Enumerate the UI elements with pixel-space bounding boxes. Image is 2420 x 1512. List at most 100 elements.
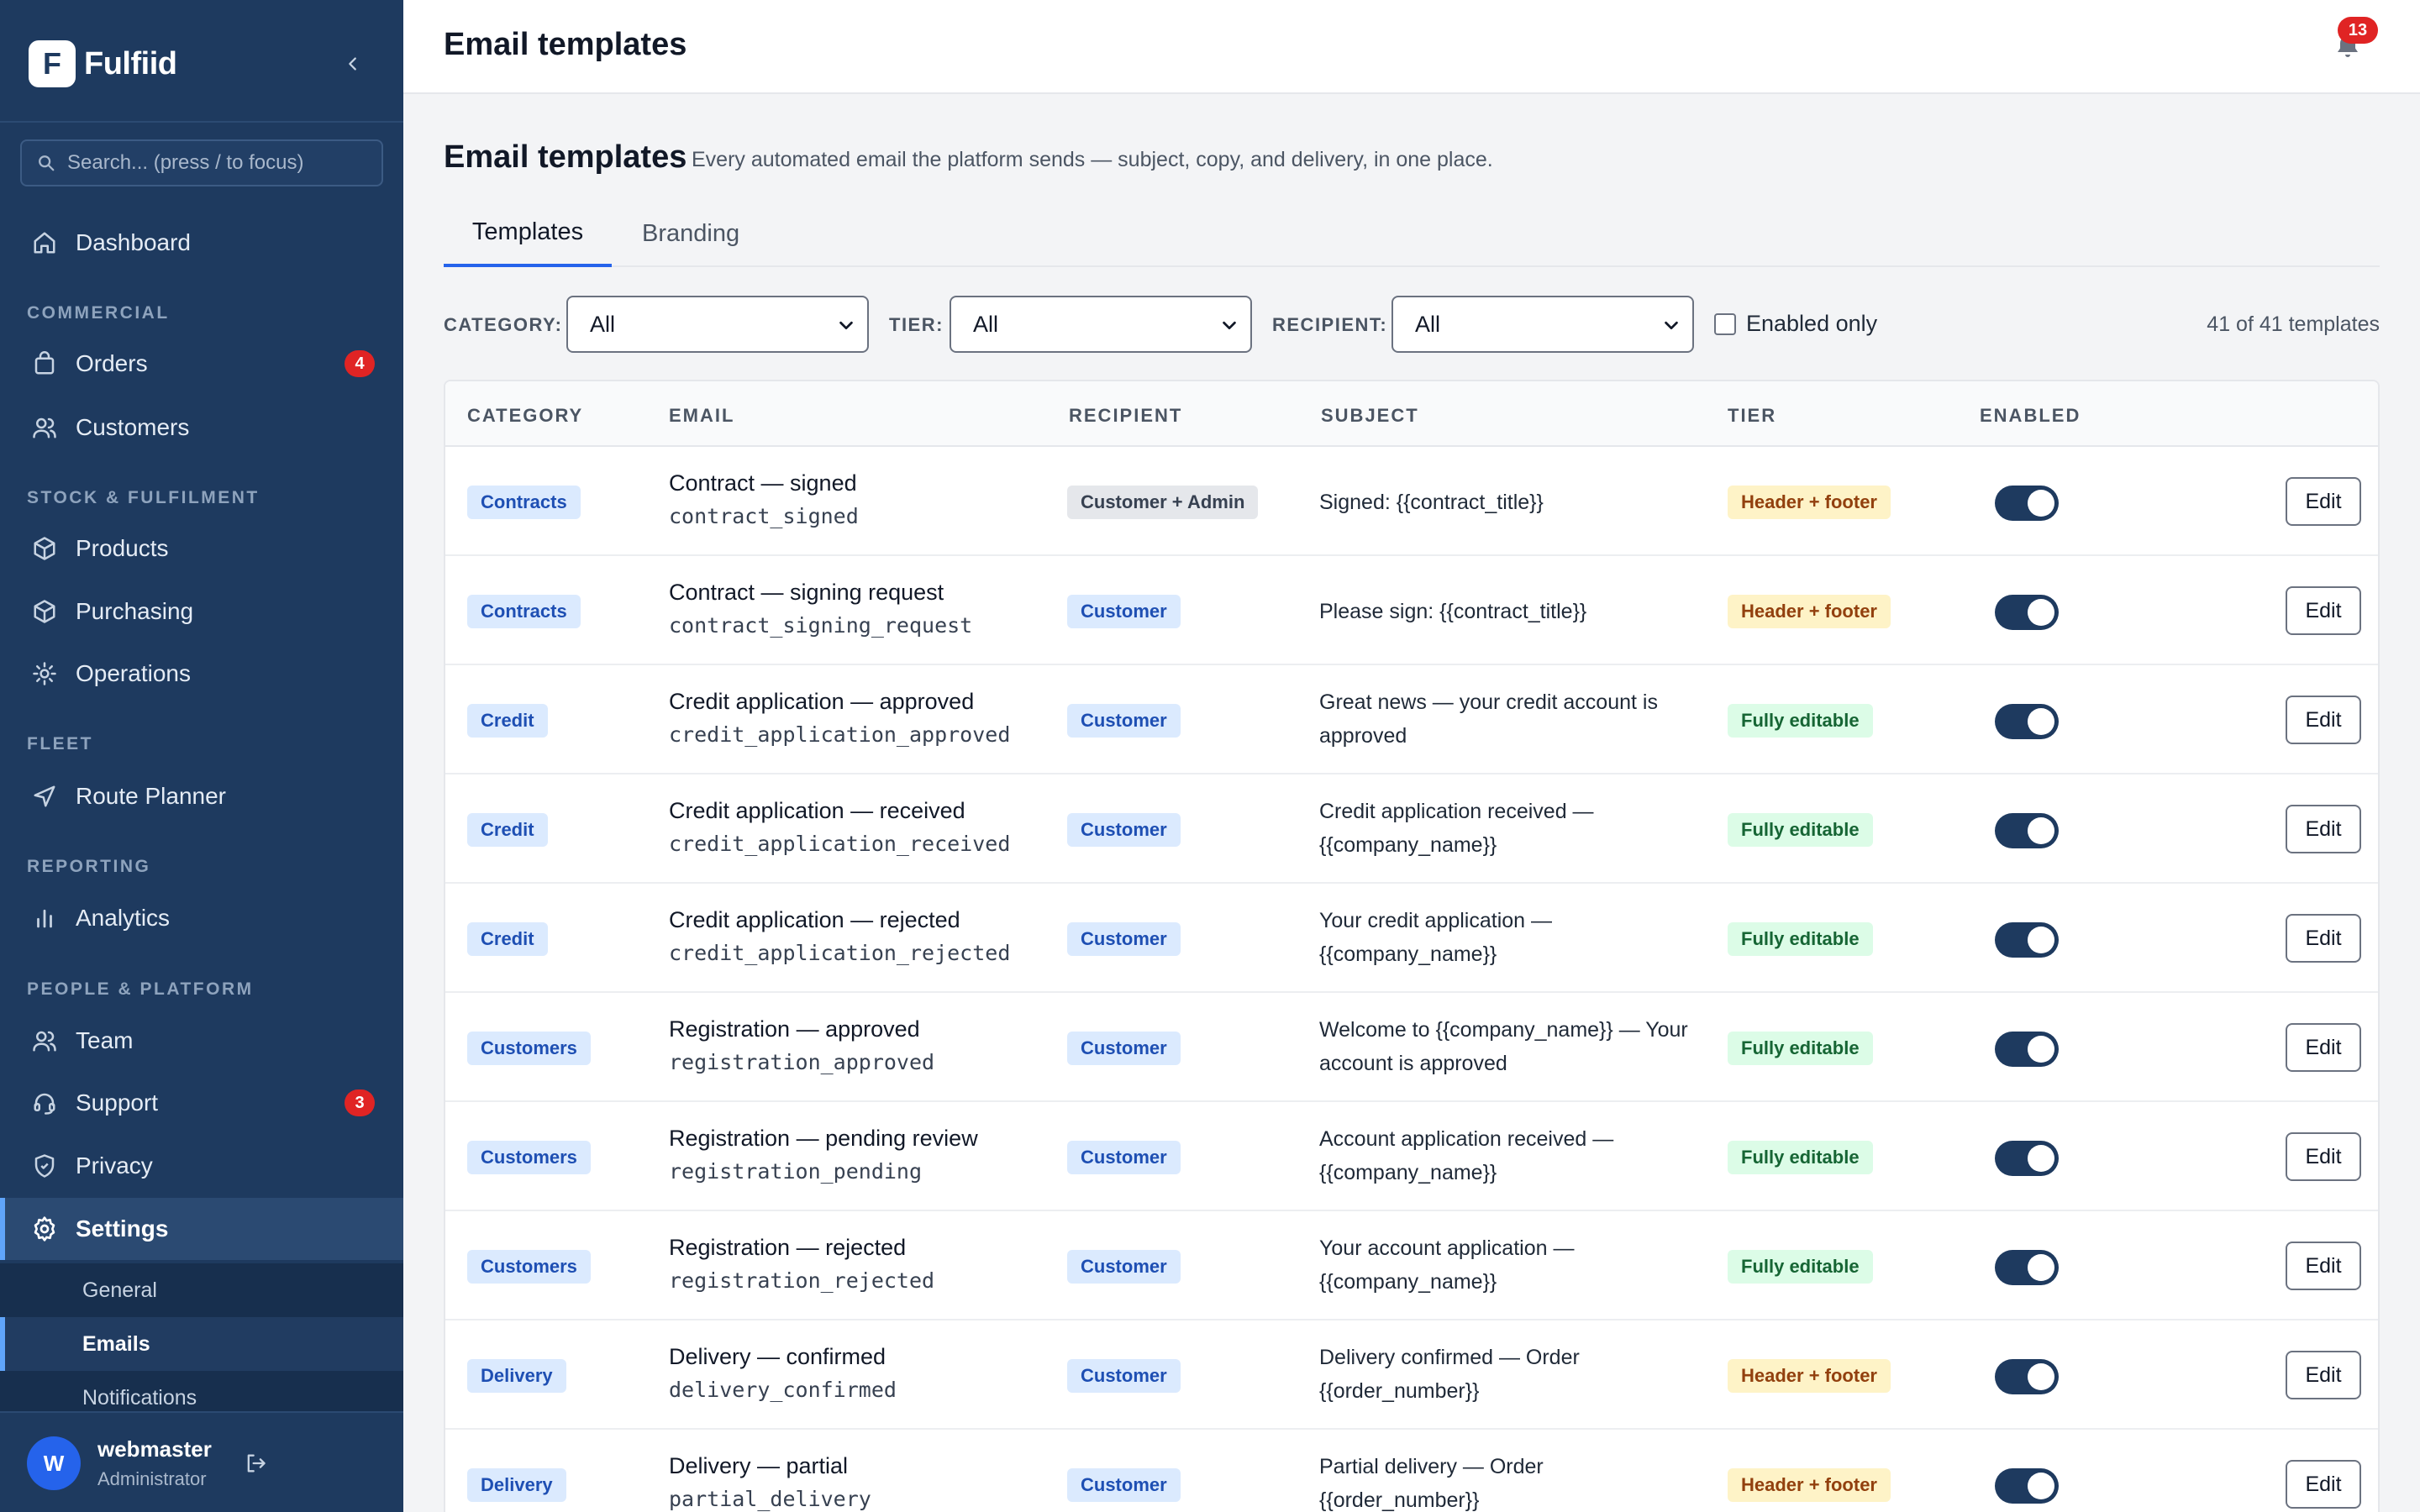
enabled-toggle[interactable]	[1995, 1032, 2059, 1067]
sidebar-item-dashboard[interactable]: Dashboard	[0, 212, 403, 274]
enabled-toggle[interactable]	[1995, 1468, 2059, 1504]
tier-badge: Fully editable	[1728, 1250, 1873, 1284]
tier-badge: Fully editable	[1728, 813, 1873, 847]
collapse-sidebar-button[interactable]	[336, 47, 370, 81]
nav-section-commercial: COMMERCIAL	[27, 303, 170, 323]
enabled-only-label[interactable]: Enabled only	[1746, 311, 1877, 337]
tab-templates[interactable]: Templates	[444, 200, 612, 267]
brand[interactable]: F Fulfiid	[29, 40, 177, 87]
headset-icon	[30, 1089, 59, 1117]
category-badge: Customers	[467, 1250, 591, 1284]
toggle-knob	[2028, 708, 2054, 735]
tier-badge: Header + footer	[1728, 486, 1891, 519]
email-subject: Signed: {{contract_title}}	[1319, 491, 1544, 514]
email-title: Registration — rejected	[669, 1235, 907, 1260]
tier-filter-label: TIER:	[889, 314, 944, 335]
toggle-knob	[2028, 817, 2054, 844]
sidebar-item-purchasing[interactable]: Purchasing	[0, 580, 403, 643]
edit-button[interactable]: Edit	[2286, 914, 2361, 963]
tier-badge: Header + footer	[1728, 595, 1891, 628]
table-row: Credit Credit application — rejected credi…	[445, 884, 2378, 993]
toggle-knob	[2028, 1473, 2054, 1499]
recipient-badge: Customer	[1067, 813, 1181, 847]
sun-gear-icon	[30, 659, 59, 688]
column-header-recipient: RECIPIENT	[1069, 405, 1183, 426]
email-key: credit_application_rejected	[669, 941, 1011, 965]
enabled-toggle[interactable]	[1995, 1359, 2059, 1394]
recipient-filter-label: RECIPIENT:	[1272, 314, 1388, 335]
enabled-toggle[interactable]	[1995, 486, 2059, 521]
edit-button[interactable]: Edit	[2286, 477, 2361, 526]
logout-button[interactable]	[239, 1446, 272, 1480]
template-count: 41 of 41 templates	[2207, 312, 2380, 336]
sidebar-item-privacy[interactable]: Privacy	[0, 1135, 403, 1197]
nav-section-people: PEOPLE & PLATFORM	[27, 979, 254, 999]
edit-button[interactable]: Edit	[2286, 1132, 2361, 1181]
user-role: Administrator	[97, 1468, 207, 1489]
table-row: Credit Credit application — approved credi…	[445, 665, 2378, 774]
toggle-knob	[2028, 927, 2054, 953]
toggle-knob	[2028, 1363, 2054, 1390]
sidebar: F Fulfiid Search... (press / to focus) D…	[0, 0, 403, 1512]
sidebar-item-label: Privacy	[76, 1152, 153, 1179]
brand-name: Fulfiid	[84, 45, 177, 81]
edit-button[interactable]: Edit	[2286, 1242, 2361, 1290]
sidebar-item-label: Products	[76, 535, 169, 561]
email-key: contract_signed	[669, 504, 859, 528]
toggle-knob	[2028, 1145, 2054, 1172]
subnav-item-emails[interactable]: Emails	[0, 1317, 403, 1371]
subnav-item-general[interactable]: General	[0, 1263, 403, 1317]
tier-select-value: All	[973, 311, 999, 337]
enabled-toggle[interactable]	[1995, 922, 2059, 958]
email-key: registration_approved	[669, 1050, 935, 1074]
recipient-select[interactable]: All	[1392, 296, 1694, 353]
enabled-toggle[interactable]	[1995, 1250, 2059, 1285]
edit-button[interactable]: Edit	[2286, 1023, 2361, 1072]
sidebar-item-analytics[interactable]: Analytics	[0, 887, 403, 949]
email-title: Delivery — confirmed	[669, 1344, 886, 1369]
sidebar-item-team[interactable]: Team	[0, 1010, 403, 1072]
recipient-badge: Customer + Admin	[1067, 486, 1259, 519]
sidebar-item-operations[interactable]: Operations	[0, 643, 403, 705]
edit-button[interactable]: Edit	[2286, 586, 2361, 635]
sidebar-item-products[interactable]: Products	[0, 517, 403, 580]
enabled-toggle[interactable]	[1995, 1141, 2059, 1176]
edit-button[interactable]: Edit	[2286, 805, 2361, 853]
bar-chart-icon	[30, 904, 59, 932]
sidebar-item-customers[interactable]: Customers	[0, 396, 403, 459]
sidebar-item-label: Analytics	[76, 905, 171, 931]
edit-button[interactable]: Edit	[2286, 1351, 2361, 1399]
table-row: Delivery Delivery — partial partial_delive…	[445, 1430, 2378, 1512]
enabled-toggle[interactable]	[1995, 813, 2059, 848]
tier-badge: Header + footer	[1728, 1359, 1891, 1393]
category-select[interactable]: All	[566, 296, 869, 353]
sidebar-item-settings[interactable]: Settings	[0, 1198, 403, 1260]
email-subject: Your credit application — {{company_name…	[1319, 909, 1553, 966]
sidebar-item-support[interactable]: Support 3	[0, 1072, 403, 1134]
recipient-select-value: All	[1415, 311, 1441, 337]
tab-branding[interactable]: Branding	[642, 200, 739, 267]
email-subject: Partial delivery — Order {{order_number}…	[1319, 1455, 1544, 1512]
edit-button[interactable]: Edit	[2286, 1460, 2361, 1509]
email-templates-table: CATEGORY EMAIL RECIPIENT SUBJECT TIER EN…	[444, 380, 2380, 1512]
sidebar-item-label: Customers	[76, 414, 190, 440]
table-row: Customers Registration — approved registra…	[445, 993, 2378, 1102]
category-badge: Credit	[467, 704, 548, 738]
enabled-toggle[interactable]	[1995, 704, 2059, 739]
team-icon	[30, 1026, 59, 1055]
enabled-toggle[interactable]	[1995, 595, 2059, 630]
tier-select[interactable]: All	[950, 296, 1252, 353]
users-icon	[30, 413, 59, 442]
toggle-knob	[2028, 599, 2054, 626]
column-header-category: CATEGORY	[467, 405, 584, 426]
category-badge: Contracts	[467, 595, 581, 628]
enabled-only-checkbox[interactable]	[1714, 313, 1736, 335]
sidebar-item-label: Route Planner	[76, 783, 227, 809]
edit-button[interactable]: Edit	[2286, 696, 2361, 744]
sidebar-item-orders[interactable]: Orders 4	[0, 333, 403, 395]
email-title: Registration — pending review	[669, 1126, 978, 1151]
recipient-badge: Customer	[1067, 704, 1181, 738]
avatar[interactable]: W	[27, 1436, 81, 1490]
sidebar-item-route-planner[interactable]: Route Planner	[0, 765, 403, 827]
sidebar-search-input[interactable]: Search... (press / to focus)	[20, 139, 383, 186]
